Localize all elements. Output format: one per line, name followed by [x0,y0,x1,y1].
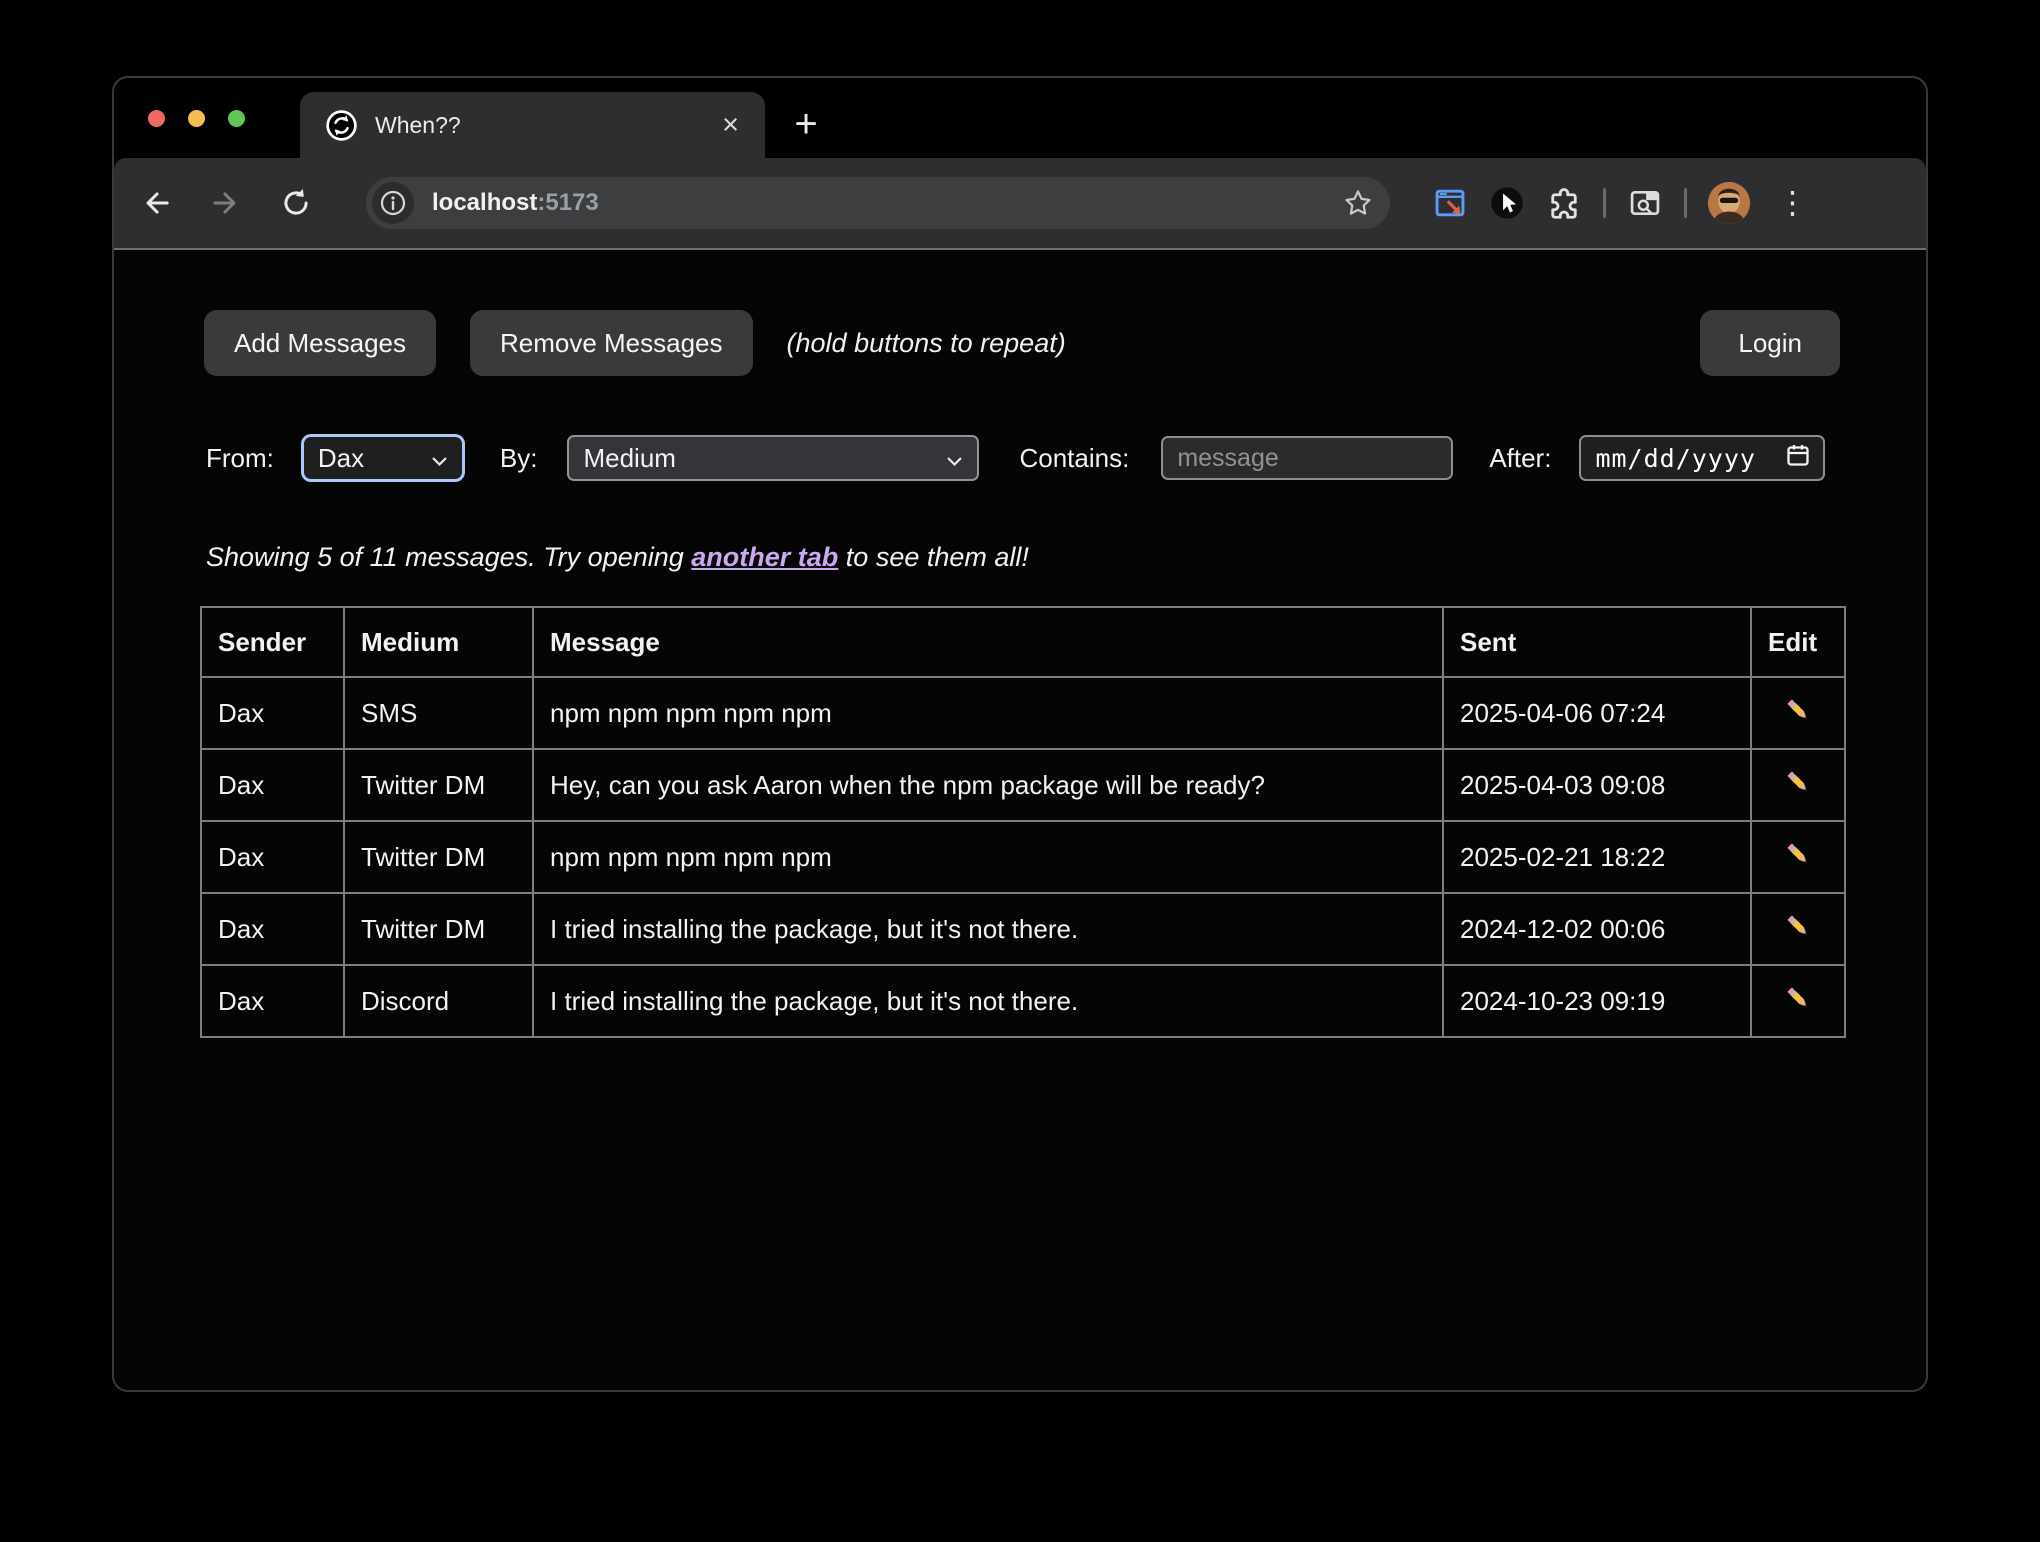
desktop: When?? × + [0,0,2040,1542]
cell-sender: Dax [201,749,344,821]
after-label: After: [1489,443,1551,474]
chevron-down-icon [431,443,448,474]
cell-medium: SMS [344,677,533,749]
another-tab-link[interactable]: another tab [691,542,838,572]
profile-avatar[interactable] [1708,182,1750,224]
from-select-value: Dax [318,443,364,474]
tab-search-icon[interactable] [1627,185,1663,221]
add-messages-button[interactable]: Add Messages [204,310,436,376]
by-label: By: [500,443,538,474]
hold-buttons-hint: (hold buttons to repeat) [787,328,1066,359]
by-select[interactable]: Medium [567,435,979,481]
cell-sender: Dax [201,821,344,893]
toolbar-divider [1684,188,1687,218]
contains-input[interactable] [1161,436,1453,480]
sync-favicon-icon [326,110,357,141]
login-button[interactable]: Login [1700,310,1840,376]
chevron-down-icon [946,443,963,474]
toolbar-divider [1603,188,1606,218]
edit-button[interactable] [1751,677,1845,749]
nav-buttons [138,185,314,221]
calendar-icon[interactable] [1785,442,1811,475]
header-message: Message [533,607,1443,677]
tab-strip: When?? × + [114,78,1926,158]
table-row: Dax Twitter DM npm npm npm npm npm 2025-… [201,821,1845,893]
extensions-puzzle-icon[interactable] [1546,185,1582,221]
status-text: Showing 5 of 11 messages. Try opening an… [206,542,1029,573]
cell-sent: 2025-02-21 18:22 [1443,821,1751,893]
cell-medium: Twitter DM [344,821,533,893]
from-label: From: [206,443,274,474]
date-placeholder: mm/dd/yyyy [1595,444,1785,473]
status-prefix: Showing 5 of 11 messages. Try opening [206,542,691,572]
status-suffix: to see them all! [838,542,1029,572]
cell-sender: Dax [201,893,344,965]
back-icon[interactable] [138,185,174,221]
url-port: :5173 [537,189,598,216]
header-medium: Medium [344,607,533,677]
edit-button[interactable] [1751,893,1845,965]
cell-sender: Dax [201,677,344,749]
remove-messages-button[interactable]: Remove Messages [470,310,753,376]
cell-medium: Discord [344,965,533,1037]
close-window-button[interactable] [148,110,165,127]
url-host: localhost [432,189,537,216]
url-bar[interactable]: localhost:5173 [366,177,1390,229]
minimize-window-button[interactable] [188,110,205,127]
cell-message: Hey, can you ask Aaron when the npm pack… [533,749,1443,821]
filters-row: From: Dax By: Medium Contains: After: [206,434,1825,482]
browser-window: When?? × + [112,76,1928,1392]
by-select-value: Medium [583,443,675,474]
cell-message: npm npm npm npm npm [533,821,1443,893]
window-controls [148,78,245,158]
bookmark-star-icon[interactable] [1340,185,1376,221]
cell-message: I tried installing the package, but it's… [533,893,1443,965]
edit-button[interactable] [1751,749,1845,821]
cell-sent: 2024-12-02 00:06 [1443,893,1751,965]
cell-medium: Twitter DM [344,893,533,965]
edit-button[interactable] [1751,821,1845,893]
browser-menu-icon[interactable]: ⋮ [1771,185,1814,221]
cell-medium: Twitter DM [344,749,533,821]
browser-tab[interactable]: When?? × [300,92,765,158]
header-sender: Sender [201,607,344,677]
header-edit: Edit [1751,607,1845,677]
messages-table: Sender Medium Message Sent Edit Dax SMS … [200,606,1846,1038]
cursor-extension-icon[interactable] [1489,185,1525,221]
table-row: Dax Twitter DM I tried installing the pa… [201,893,1845,965]
browser-toolbar: localhost:5173 [114,158,1926,250]
toolbar-right-icons: ⋮ [1432,182,1814,224]
tab-close-icon[interactable]: × [722,111,739,140]
cell-sent: 2024-10-23 09:19 [1443,965,1751,1037]
new-tab-button[interactable]: + [780,96,832,152]
forward-icon[interactable] [208,185,244,221]
cell-message: I tried installing the package, but it's… [533,965,1443,1037]
after-date-input[interactable]: mm/dd/yyyy [1579,435,1825,481]
tab-title: When?? [375,112,722,139]
zoom-window-button[interactable] [228,110,245,127]
cell-sender: Dax [201,965,344,1037]
contains-label: Contains: [1019,443,1129,474]
table-header-row: Sender Medium Message Sent Edit [201,607,1845,677]
page-content: Add Messages Remove Messages (hold butto… [114,250,1926,1390]
from-select[interactable]: Dax [304,437,462,479]
table-row: Dax SMS npm npm npm npm npm 2025-04-06 0… [201,677,1845,749]
actions-row: Add Messages Remove Messages (hold butto… [204,310,1840,376]
header-sent: Sent [1443,607,1751,677]
window-resizer-extension-icon[interactable] [1432,185,1468,221]
cell-message: npm npm npm npm npm [533,677,1443,749]
reload-icon[interactable] [278,185,314,221]
site-info-icon[interactable] [372,182,414,224]
table-row: Dax Discord I tried installing the packa… [201,965,1845,1037]
cell-sent: 2025-04-06 07:24 [1443,677,1751,749]
url-text: localhost:5173 [432,189,1340,217]
table-row: Dax Twitter DM Hey, can you ask Aaron wh… [201,749,1845,821]
edit-button[interactable] [1751,965,1845,1037]
cell-sent: 2025-04-03 09:08 [1443,749,1751,821]
